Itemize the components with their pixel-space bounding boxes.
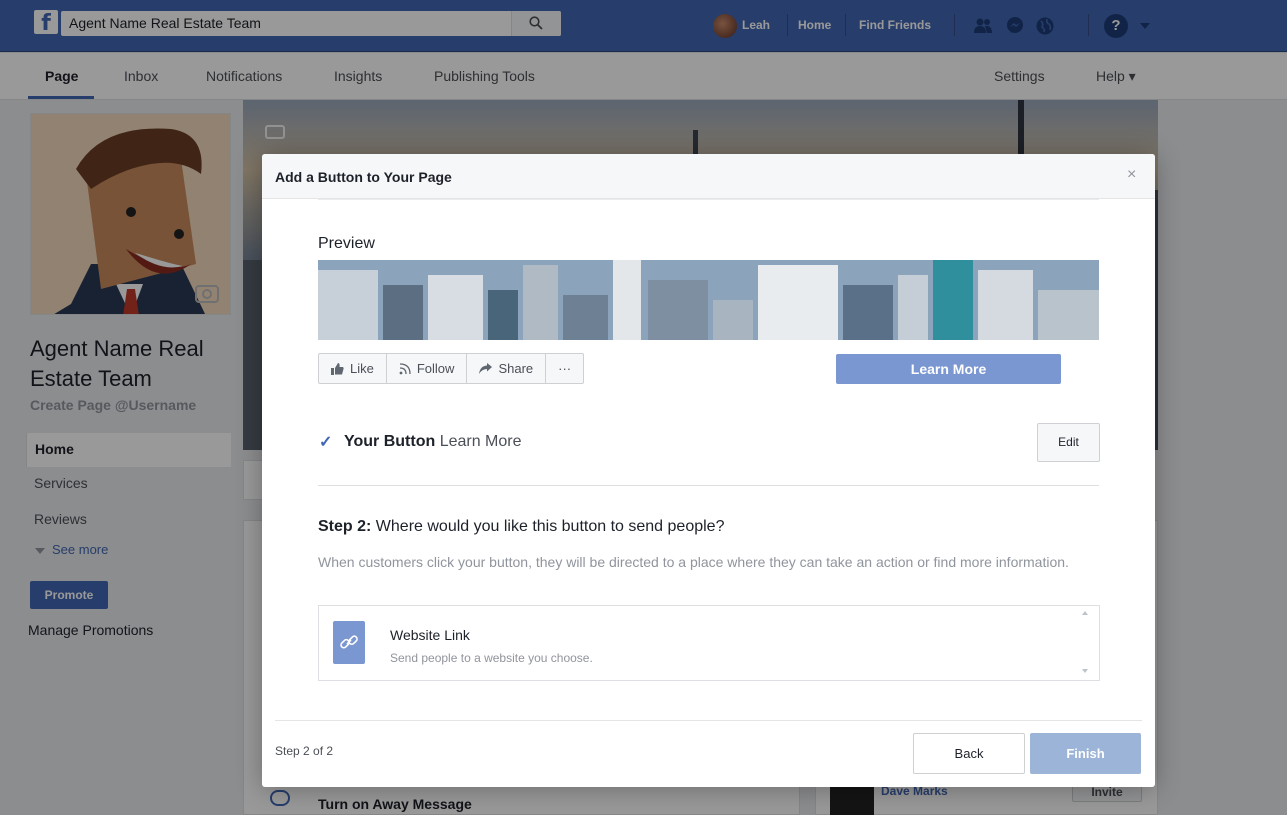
divider: [318, 199, 1099, 200]
cta-preview-button: Learn More: [836, 354, 1061, 384]
your-button-summary: Your Button Learn More: [344, 433, 522, 451]
dialog-header: Add a Button to Your Page ×: [262, 154, 1155, 199]
step-question: Where would you like this button to send…: [375, 518, 725, 535]
share-button[interactable]: Share: [467, 354, 547, 383]
link-icon: [333, 621, 365, 664]
dialog-title: Add a Button to Your Page: [275, 169, 452, 185]
follow-button[interactable]: Follow: [387, 354, 468, 383]
preview-heading: Preview: [318, 235, 375, 252]
share-label: Share: [498, 361, 534, 376]
skyline-preview-illustration: [318, 260, 1099, 340]
edit-button[interactable]: Edit: [1037, 423, 1100, 462]
more-options-button[interactable]: ···: [546, 354, 583, 383]
scroll-up-arrow-icon[interactable]: [1082, 611, 1088, 615]
step-counter: Step 2 of 2: [275, 744, 334, 758]
preview-cover-image: [318, 260, 1099, 340]
finish-button[interactable]: Finish: [1030, 733, 1141, 774]
step-label: Step 2:: [318, 518, 372, 535]
thumbs-up-icon: [331, 362, 344, 375]
step-description: When customers click your button, they w…: [318, 554, 1069, 570]
divider: [318, 485, 1099, 486]
add-button-dialog: Add a Button to Your Page × Preview Like…: [262, 154, 1155, 787]
page-action-buttons: Like Follow Share ···: [318, 353, 585, 384]
divider: [275, 720, 1142, 721]
follow-label: Follow: [416, 361, 455, 376]
checkmark-icon: ✓: [319, 434, 333, 451]
destination-options-list[interactable]: Website Link Send people to a website yo…: [318, 605, 1100, 681]
your-button-label: Your Button: [344, 433, 436, 450]
more-icon: ···: [558, 361, 572, 376]
back-button[interactable]: Back: [913, 733, 1025, 774]
scroll-down-arrow-icon[interactable]: [1082, 669, 1088, 673]
option-subtitle: Send people to a website you choose.: [390, 651, 593, 665]
your-button-value: Learn More: [439, 433, 522, 450]
step-heading: Step 2: Where would you like this button…: [318, 518, 724, 536]
share-arrow-icon: [479, 363, 493, 374]
like-label: Like: [350, 361, 374, 376]
close-icon[interactable]: ×: [1127, 166, 1136, 184]
like-button[interactable]: Like: [319, 354, 387, 383]
option-title[interactable]: Website Link: [390, 627, 470, 643]
rss-follow-icon: [399, 362, 411, 374]
